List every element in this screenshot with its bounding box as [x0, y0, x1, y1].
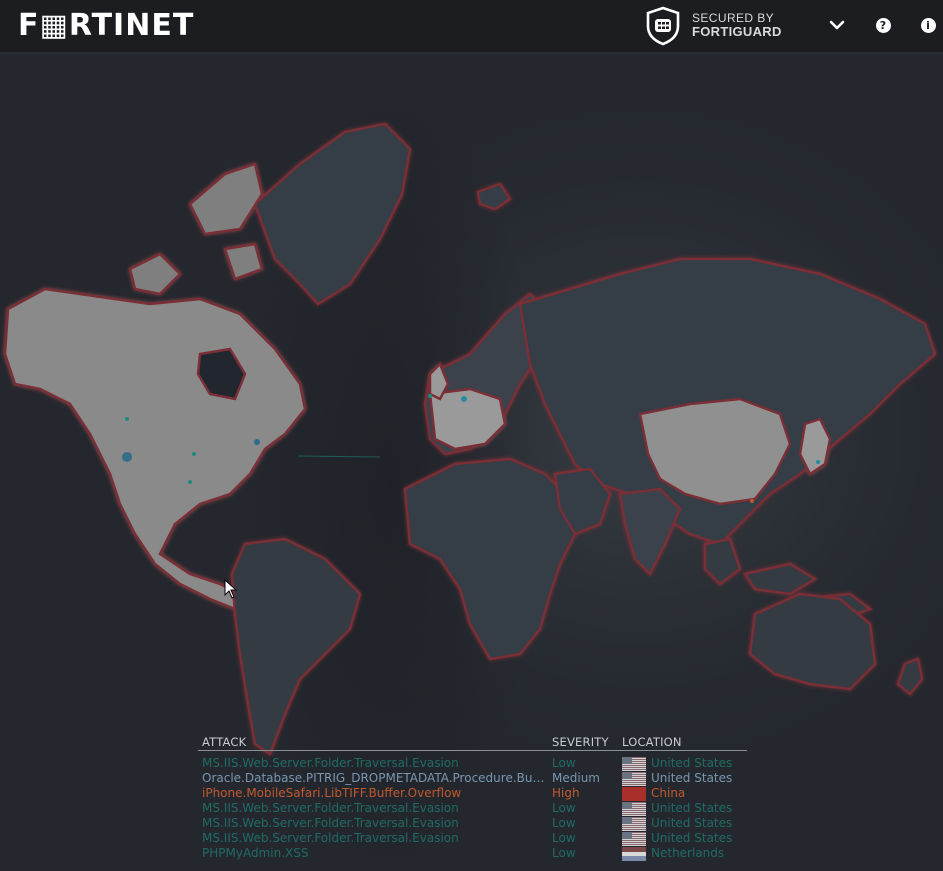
fortiguard-shield-icon [646, 6, 680, 46]
us-flag-icon [622, 817, 646, 831]
attack-marker [122, 452, 132, 462]
attack-marker [188, 480, 192, 484]
attack-marker [461, 396, 467, 402]
brand-name: F▦RTINET [18, 8, 195, 43]
attack-marker [428, 394, 432, 398]
attack-name: PHPMyAdmin.XSS [202, 846, 309, 860]
attack-severity: Low [552, 816, 576, 830]
menu-dropdown-button[interactable] [826, 14, 848, 36]
attack-row[interactable]: Oracle.Database.PITRIG_DROPMETADATA.Proc… [198, 771, 748, 786]
attack-name: MS.IIS.Web.Server.Folder.Traversal.Evasi… [202, 816, 459, 830]
attack-location: United States [651, 831, 733, 845]
attack-marker [192, 452, 196, 456]
attack-name: Oracle.Database.PITRIG_DROPMETADATA.Proc… [202, 771, 545, 785]
attack-location: United States [651, 756, 733, 770]
attack-row[interactable]: MS.IIS.Web.Server.Folder.Traversal.Evasi… [198, 831, 748, 846]
top-bar: F▦RTINET SECURED BY FORTIGUARD ? i [0, 0, 943, 54]
attack-name: iPhone.MobileSafari.LibTIFF.Buffer.Overf… [202, 786, 462, 800]
attack-name: MS.IIS.Web.Server.Folder.Traversal.Evasi… [202, 831, 459, 845]
attack-location: United States [651, 816, 733, 830]
help-icon: ? [875, 17, 891, 33]
attack-location: United States [651, 801, 733, 815]
info-button[interactable]: i [917, 14, 939, 36]
attack-marker [750, 499, 754, 503]
attack-severity: Low [552, 756, 576, 770]
info-icon: i [920, 17, 936, 33]
secured-by-fortiguard: SECURED BY FORTIGUARD [692, 11, 782, 39]
us-flag-icon [622, 757, 646, 771]
attack-severity: Medium [552, 771, 600, 785]
fortinet-logo: F▦RTINET [18, 8, 194, 43]
attack-location: China [651, 786, 686, 800]
netherlands-flag-icon [622, 847, 646, 861]
attack-row[interactable]: MS.IIS.Web.Server.Folder.Traversal.Evasi… [198, 756, 748, 771]
column-header-severity: SEVERITY [552, 735, 609, 749]
attack-severity: Low [552, 831, 576, 845]
chevron-down-icon [829, 20, 845, 30]
us-flag-icon [622, 772, 646, 786]
attack-location: United States [651, 771, 733, 785]
attack-severity: High [552, 786, 580, 800]
secured-by-label: SECURED BY [692, 11, 775, 25]
help-button[interactable]: ? [872, 14, 894, 36]
attack-severity: Low [552, 801, 576, 815]
attack-row[interactable]: iPhone.MobileSafari.LibTIFF.Buffer.Overf… [198, 786, 748, 801]
column-header-location: LOCATION [622, 735, 682, 749]
fortiguard-label: FORTIGUARD [692, 24, 782, 39]
attack-marker [125, 417, 129, 421]
attack-location: Netherlands [651, 846, 725, 860]
header-divider [198, 750, 747, 751]
attack-feed-table: ATTACK SEVERITY LOCATION MS.IIS.Web.Serv… [198, 735, 748, 861]
column-header-attack: ATTACK [202, 735, 247, 749]
attack-row[interactable]: MS.IIS.Web.Server.Folder.Traversal.Evasi… [198, 816, 748, 831]
attack-row[interactable]: PHPMyAdmin.XSS Low Netherlands [198, 846, 748, 861]
attack-marker [816, 460, 820, 464]
us-flag-icon [622, 802, 646, 816]
attack-row[interactable]: MS.IIS.Web.Server.Folder.Traversal.Evasi… [198, 801, 748, 816]
china-flag-icon [622, 787, 646, 801]
attack-marker [254, 439, 260, 445]
attack-severity: Low [552, 846, 576, 860]
attack-name: MS.IIS.Web.Server.Folder.Traversal.Evasi… [202, 801, 459, 815]
attack-name: MS.IIS.Web.Server.Folder.Traversal.Evasi… [202, 756, 459, 770]
us-flag-icon [622, 832, 646, 846]
mouse-cursor-icon [224, 579, 238, 599]
